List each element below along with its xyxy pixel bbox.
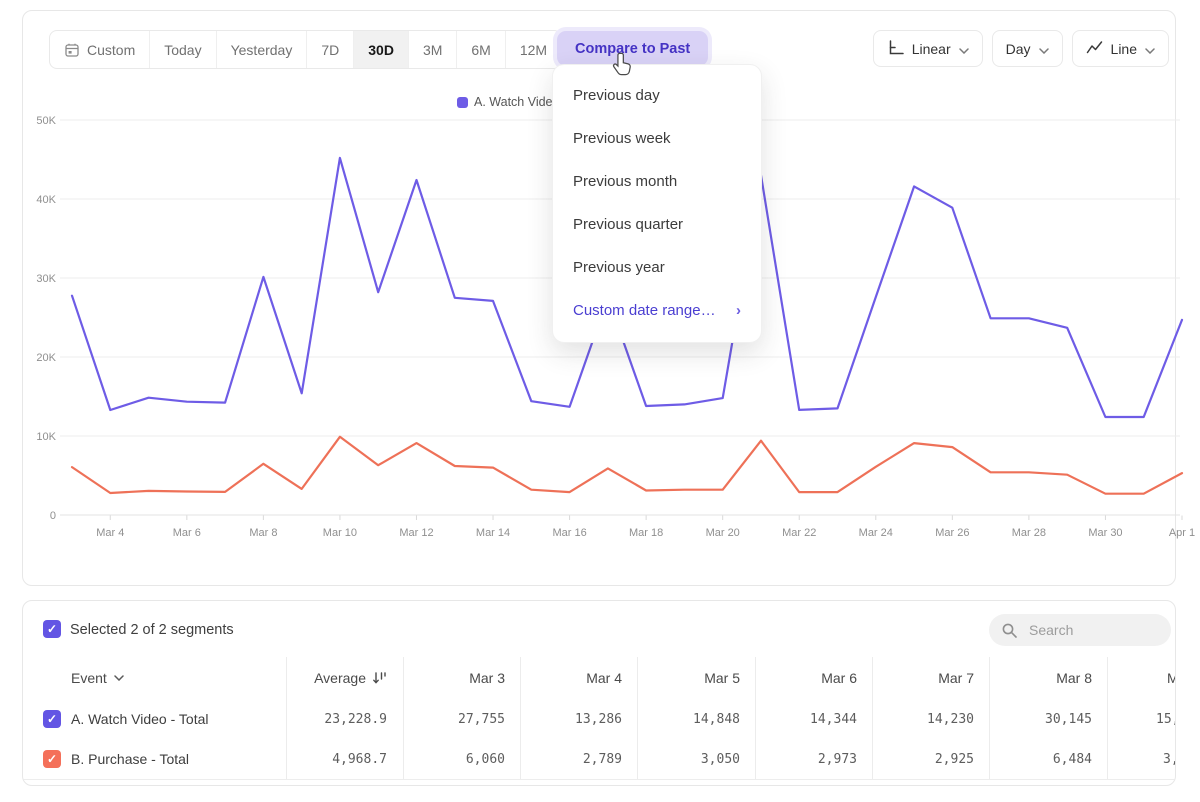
range-label: 6M — [471, 42, 490, 58]
selected-segments-label: Selected 2 of 2 segments — [70, 622, 234, 638]
calendar-icon — [64, 42, 80, 58]
range-label: Yesterday — [231, 42, 293, 58]
row-average-value: 23,228.9 — [287, 699, 387, 739]
segments-search[interactable] — [989, 614, 1171, 646]
range-label: 30D — [368, 42, 394, 58]
row-checkbox[interactable]: ✓ — [43, 750, 61, 768]
range-label: 7D — [321, 42, 339, 58]
range-3m[interactable]: 3M — [408, 31, 456, 68]
table-bottom-border — [23, 779, 1175, 780]
row-date-value: 30,145 — [992, 699, 1092, 739]
check-icon: ✓ — [47, 623, 57, 635]
date-column-header[interactable]: Mar 3 — [405, 656, 505, 699]
check-icon: ✓ — [47, 753, 57, 765]
menu-item-previous-month[interactable]: Previous month — [553, 160, 761, 203]
search-icon — [1001, 622, 1018, 639]
range-12m[interactable]: 12M — [505, 31, 561, 68]
menu-item-label: Previous week — [573, 130, 671, 147]
interval-label: Day — [1006, 41, 1031, 57]
row-date-value: 2,973 — [757, 739, 857, 779]
menu-item-label: Custom date range… — [573, 302, 716, 319]
row-date-value: 14,848 — [640, 699, 740, 739]
date-column-header[interactable]: Mar 5 — [640, 656, 740, 699]
range-custom[interactable]: Custom — [50, 31, 149, 68]
menu-item-label: Previous month — [573, 173, 677, 190]
date-column-header[interactable]: Mar 8 — [992, 656, 1092, 699]
menu-item-previous-quarter[interactable]: Previous quarter — [553, 203, 761, 246]
chart-type-dropdown[interactable]: Line — [1072, 30, 1169, 67]
range-label: 3M — [423, 42, 442, 58]
menu-item-previous-year[interactable]: Previous year — [553, 246, 761, 289]
chevron-right-icon: › — [736, 302, 741, 319]
range-today[interactable]: Today — [149, 31, 215, 68]
date-column-header-clipped: M — [1167, 656, 1176, 699]
range-yesterday[interactable]: Yesterday — [216, 31, 307, 68]
menu-item-label: Previous quarter — [573, 216, 683, 233]
range-label: Today — [164, 42, 201, 58]
chart-controls: Linear Day Line — [873, 30, 1169, 67]
menu-item-label: Previous year — [573, 259, 665, 276]
range-label: Custom — [87, 42, 135, 58]
compare-to-past-label: Compare to Past — [575, 41, 690, 57]
average-column-header[interactable]: Average — [267, 656, 387, 699]
linear-scale-icon — [887, 40, 904, 58]
check-icon: ✓ — [47, 713, 57, 725]
row-date-value: 6,060 — [405, 739, 505, 779]
row-date-value: 3,050 — [640, 739, 740, 779]
row-date-value: 2,789 — [522, 739, 622, 779]
row-date-value: 6,484 — [992, 739, 1092, 779]
select-all-checkbox[interactable]: ✓ — [43, 620, 61, 638]
chart-type-label: Line — [1111, 41, 1137, 57]
chevron-down-icon — [114, 675, 124, 681]
range-6m[interactable]: 6M — [456, 31, 504, 68]
analytics-dashboard: Custom Today Yesterday 7D 30D 3M 6M 12M Compare… — [0, 0, 1200, 802]
row-date-value-clipped: 3, — [1163, 739, 1176, 779]
row-event-name: A. Watch Video - Total — [71, 699, 208, 739]
chevron-down-icon — [1145, 41, 1155, 57]
row-date-value: 14,230 — [874, 699, 974, 739]
search-input[interactable] — [1027, 621, 1151, 639]
compare-to-past-button[interactable]: Compare to Past — [557, 31, 708, 66]
row-date-value: 2,925 — [874, 739, 974, 779]
scale-label: Linear — [912, 41, 951, 57]
menu-item-label: Previous day — [573, 87, 660, 104]
compare-to-past-menu: Previous day Previous week Previous month P… — [552, 64, 762, 343]
date-column-header[interactable]: Mar 7 — [874, 656, 974, 699]
range-7d[interactable]: 7D — [306, 31, 353, 68]
row-date-value: 14,344 — [757, 699, 857, 739]
range-30d[interactable]: 30D — [353, 31, 408, 68]
row-average-value: 4,968.7 — [287, 739, 387, 779]
interval-dropdown[interactable]: Day — [992, 30, 1063, 67]
menu-item-custom-date-range[interactable]: Custom date range… › — [553, 289, 761, 332]
legend-swatch — [457, 97, 468, 108]
table-row[interactable]: ✓ B. Purchase - Total 4,968.7 6,060 2,789 3,0… — [23, 739, 1175, 779]
segments-table-card: ✓ Selected 2 of 2 segments Event Average… — [22, 600, 1176, 786]
date-column-header[interactable]: Mar 4 — [522, 656, 622, 699]
date-column-header[interactable]: Mar 6 — [757, 656, 857, 699]
table-row[interactable]: ✓ A. Watch Video - Total 23,228.9 27,755 13,… — [23, 699, 1175, 739]
range-label: 12M — [520, 42, 547, 58]
row-date-value: 27,755 — [405, 699, 505, 739]
row-event-name: B. Purchase - Total — [71, 739, 189, 779]
date-range-selector: Custom Today Yesterday 7D 30D 3M 6M 12M — [49, 30, 562, 69]
row-date-value-clipped: 15, — [1156, 699, 1176, 739]
event-column-header[interactable]: Event — [71, 656, 124, 699]
scale-dropdown[interactable]: Linear — [873, 30, 983, 67]
sort-descending-icon — [372, 671, 387, 685]
menu-item-previous-week[interactable]: Previous week — [553, 117, 761, 160]
chevron-down-icon — [1039, 41, 1049, 57]
row-date-value: 13,286 — [522, 699, 622, 739]
row-checkbox[interactable]: ✓ — [43, 710, 61, 728]
chevron-down-icon — [959, 41, 969, 57]
menu-item-previous-day[interactable]: Previous day — [553, 74, 761, 117]
line-chart-icon — [1086, 40, 1103, 58]
